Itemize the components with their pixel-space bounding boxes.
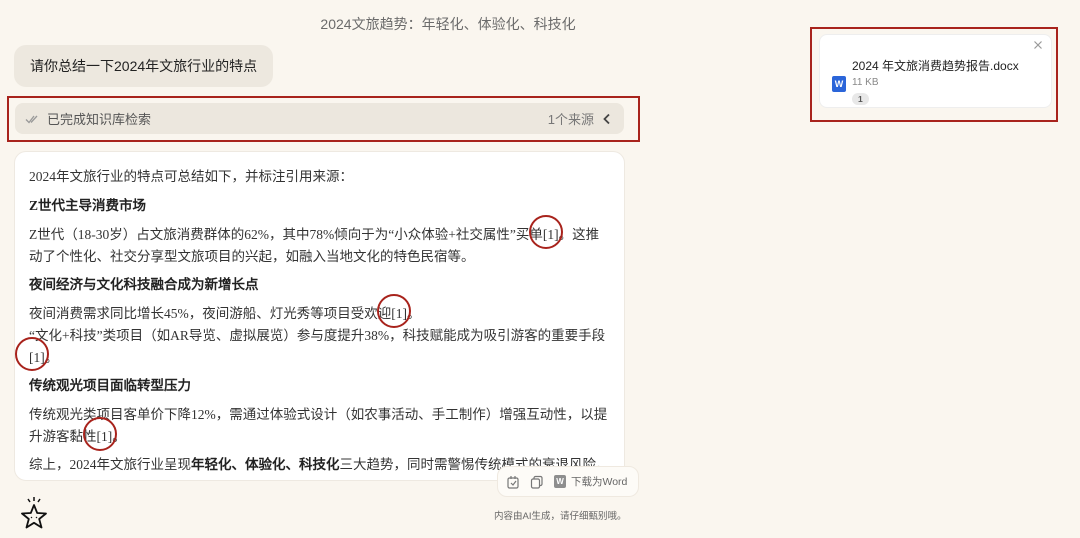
- citation-link[interactable]: [1]: [82, 417, 117, 451]
- file-name: 2024 年文旅消费趋势报告.docx: [852, 59, 1019, 73]
- citation-link[interactable]: [1]: [377, 294, 412, 328]
- section-heading: 夜间经济与文化科技融合成为新增长点: [29, 277, 259, 292]
- attached-file-card[interactable]: W 2024 年文旅消费趋势报告.docx 11 KB 1: [819, 34, 1052, 108]
- knowledge-search-highlight: 已完成知识库检索 1个来源: [7, 96, 640, 142]
- section-heading: 传统观光项目面临转型压力: [29, 378, 191, 393]
- answer-intro: 2024年文旅行业的特点可总结如下，并标注引用来源：: [29, 169, 353, 184]
- section-paragraph: Z世代（18-30岁）占文旅消费群体的62%，其中78%倾向于为“小众体验+社交…: [29, 215, 610, 268]
- download-word-button[interactable]: W 下载为Word: [554, 474, 627, 489]
- source-count: 1个来源: [547, 112, 594, 127]
- double-check-icon: [25, 115, 38, 123]
- attached-file-highlight: W 2024 年文旅消费趋势报告.docx 11 KB 1: [810, 27, 1058, 122]
- word-file-icon: W: [554, 475, 566, 488]
- file-size: 11 KB: [852, 77, 879, 88]
- user-message-bubble: 请你总结一下2024年文旅行业的特点: [14, 45, 274, 87]
- citation-link[interactable]: [1]: [15, 337, 49, 371]
- section-line: 夜间消费需求同比增长45%，夜间游船、灯光秀等项目受欢迎[1]。: [29, 294, 610, 328]
- answer-card: 2024年文旅行业的特点可总结如下，并标注引用来源： Z世代主导消费市场 Z世代…: [14, 151, 625, 481]
- knowledge-search-status[interactable]: 已完成知识库检索 1个来源: [15, 103, 624, 134]
- search-status-label: 已完成知识库检索: [47, 112, 152, 127]
- close-icon[interactable]: [1033, 40, 1043, 50]
- download-word-label: 下载为Word: [571, 476, 628, 488]
- ai-disclaimer: 内容由AI生成，请仔细甄别哦。: [494, 511, 627, 522]
- answer-action-bar: W 下载为Word: [497, 466, 639, 497]
- citation-link[interactable]: [1]: [528, 215, 563, 249]
- chevron-left-icon[interactable]: [602, 113, 612, 125]
- word-doc-icon: W: [832, 76, 846, 92]
- section-heading: Z世代主导消费市场: [29, 198, 147, 213]
- copy-icon[interactable]: [530, 475, 544, 489]
- conversation-title: 2024文旅趋势：年轻化、体验化、科技化: [320, 16, 576, 32]
- cite-insert-icon[interactable]: [506, 475, 520, 489]
- section-line: “文化+科技”类项目（如AR导览、虚拟展览）参与度提升38%，科技赋能成为吸引游…: [15, 325, 610, 371]
- section-paragraph: 传统观光类项目客单价下降12%，需通过体验式设计（如农事活动、手工制作）增强互动…: [29, 404, 610, 451]
- citation-count-badge: 1: [852, 93, 869, 105]
- star-logo-icon: [21, 497, 47, 529]
